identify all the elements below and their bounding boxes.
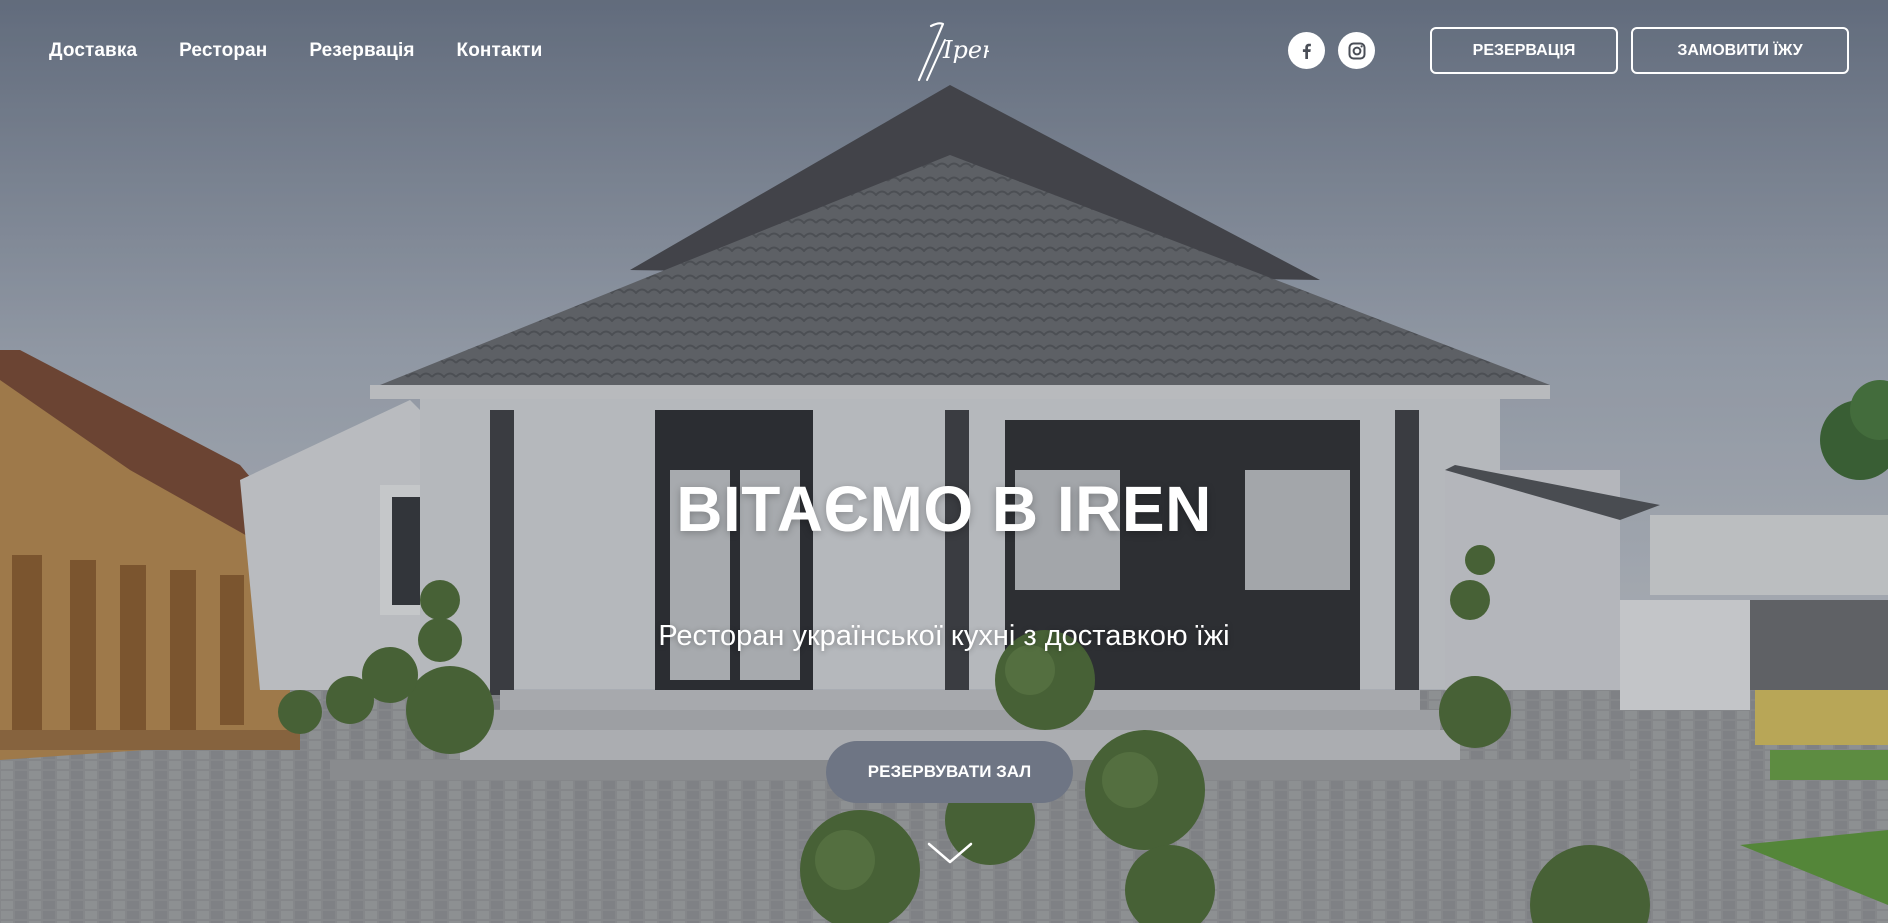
iren-logo[interactable]: Ірен bbox=[905, 18, 989, 84]
logo-text: Ірен bbox=[942, 36, 989, 64]
facebook-icon bbox=[1302, 43, 1311, 59]
hero-section: Доставка Ресторан Резервація Контакти Ір… bbox=[0, 0, 1888, 923]
chevron-down-icon[interactable] bbox=[925, 838, 975, 868]
nav-item-reservation[interactable]: Резервація bbox=[309, 40, 414, 62]
reserve-hall-button[interactable]: РЕЗЕРВУВАТИ ЗАЛ bbox=[826, 741, 1073, 803]
order-food-button[interactable]: ЗАМОВИТИ ЇЖУ bbox=[1631, 27, 1849, 74]
nav-item-contacts[interactable]: Контакти bbox=[457, 40, 543, 62]
instagram-button[interactable] bbox=[1338, 32, 1375, 69]
site-header: Доставка Ресторан Резервація Контакти Ір… bbox=[0, 0, 1888, 104]
nav-item-delivery[interactable]: Доставка bbox=[49, 40, 137, 62]
facebook-button[interactable] bbox=[1288, 32, 1325, 69]
header-reserve-button[interactable]: РЕЗЕРВАЦІЯ bbox=[1430, 27, 1618, 74]
hero-title: ВІТАЄМО В IREN bbox=[676, 473, 1212, 545]
hero-subtitle: Ресторан української кухні з доставкою ї… bbox=[658, 620, 1230, 652]
main-nav: Доставка Ресторан Резервація Контакти bbox=[49, 40, 584, 62]
instagram-icon bbox=[1348, 42, 1365, 59]
nav-item-restaurant[interactable]: Ресторан bbox=[179, 40, 267, 62]
